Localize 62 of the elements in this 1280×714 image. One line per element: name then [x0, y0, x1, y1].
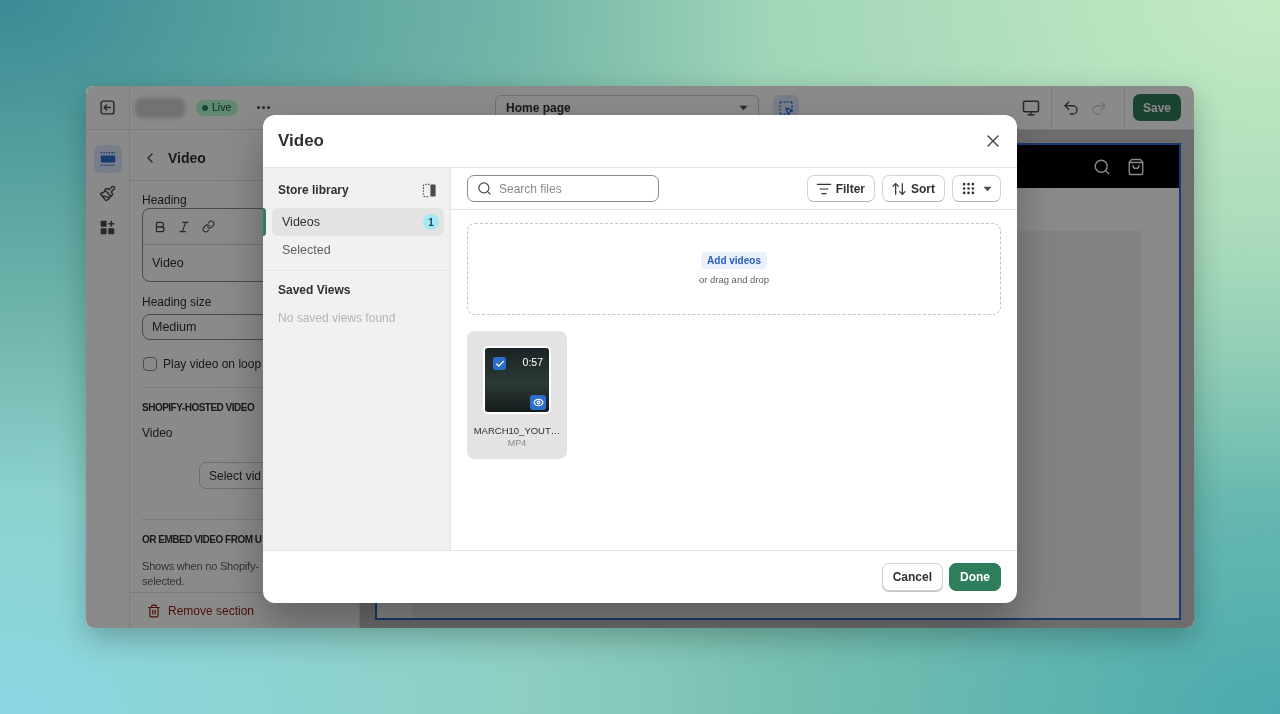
- eye-icon[interactable]: [530, 395, 546, 410]
- count-badge: 1: [423, 214, 439, 230]
- sidebar-heading: Store library: [278, 183, 349, 197]
- field-label: Heading: [142, 192, 187, 208]
- sections-icon: [98, 150, 117, 168]
- field-label: Video: [142, 425, 173, 441]
- checkmark-icon: [494, 358, 505, 369]
- view-toggle-button[interactable]: [952, 175, 1001, 202]
- italic-icon: [177, 219, 191, 234]
- bag-icon: [1127, 157, 1145, 176]
- search-icon: [1093, 157, 1111, 176]
- grid-icon: [961, 181, 976, 196]
- link-icon: [201, 220, 215, 233]
- caret-icon: [739, 104, 748, 111]
- sidebar-heading: Saved Views: [278, 283, 351, 298]
- help-text: Shows when no Shopify- selected.: [142, 559, 259, 589]
- badge-label: Live: [212, 102, 232, 113]
- search-field[interactable]: Search files: [467, 175, 659, 202]
- remove-section-button[interactable]: Remove section: [147, 603, 255, 618]
- panel-title: Video: [168, 150, 206, 166]
- undo-icon: [1061, 98, 1080, 117]
- field-label: Heading size: [142, 294, 212, 310]
- caret-icon: [983, 185, 992, 192]
- sort-icon: [891, 180, 907, 197]
- save-button[interactable]: Save: [1132, 94, 1181, 121]
- more-icon: [256, 106, 270, 109]
- checkbox[interactable]: [143, 357, 157, 371]
- apps-icon: [99, 218, 116, 236]
- redo-icon: [1089, 98, 1108, 117]
- bold-icon: [153, 219, 167, 234]
- blurred-label: [135, 97, 185, 118]
- add-videos-button[interactable]: Add videos: [701, 252, 767, 269]
- active-indicator: [263, 208, 266, 236]
- video-duration: 0:57: [522, 356, 543, 368]
- checkbox[interactable]: [493, 357, 506, 370]
- link-button[interactable]: [201, 219, 215, 234]
- sections-button[interactable]: [93, 145, 122, 173]
- sort-button[interactable]: Sort: [882, 175, 945, 202]
- done-button[interactable]: Done: [949, 563, 1001, 591]
- filter-button[interactable]: Filter: [806, 175, 875, 202]
- sidebar-item[interactable]: Videos 1: [272, 208, 444, 236]
- italic-button[interactable]: [177, 219, 191, 234]
- selection-cursor-icon: [778, 99, 794, 116]
- cancel-button[interactable]: Cancel: [881, 563, 943, 591]
- status-dot: [202, 104, 208, 111]
- file-name: MARCH10_YOUT…: [473, 425, 561, 437]
- search-icon: [477, 181, 492, 196]
- drop-hint: or drag and drop: [698, 274, 770, 286]
- panel-toggle-icon: [422, 182, 437, 198]
- section-heading: SHOPIFY-HOSTED VIDEO: [142, 401, 255, 415]
- panel-toggle-button[interactable]: [422, 182, 437, 198]
- file-card[interactable]: 0:57 MARCH10_YOUT… MP4: [467, 331, 567, 459]
- sidebar-item[interactable]: Selected: [272, 236, 444, 264]
- monitor-icon: [1021, 98, 1040, 117]
- dialog-title: Video: [278, 131, 324, 151]
- checkbox-label: Play video on loop: [163, 357, 262, 371]
- exit-icon: [99, 99, 116, 116]
- bold-button[interactable]: [153, 219, 167, 234]
- paintbrush-icon: [99, 184, 116, 202]
- file-type: MP4: [507, 437, 527, 449]
- trash-icon: [147, 603, 161, 618]
- section-heading: OR EMBED VIDEO FROM U: [142, 533, 262, 547]
